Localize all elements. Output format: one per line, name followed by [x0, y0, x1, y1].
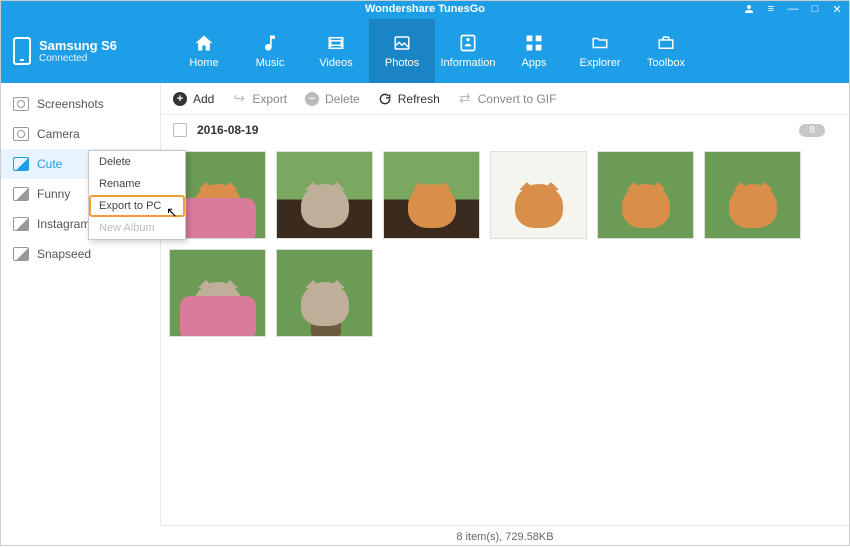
- device-panel[interactable]: Samsung S6 Connected: [1, 19, 161, 83]
- tab-label: Home: [189, 57, 218, 69]
- device-name: Samsung S6: [39, 38, 117, 53]
- photo-thumbnail[interactable]: [597, 151, 694, 239]
- refresh-button[interactable]: Refresh: [378, 92, 440, 106]
- export-button[interactable]: ↪ Export: [232, 92, 287, 106]
- section-date: 2016-08-19: [197, 123, 258, 137]
- sidebar-item-snapseed[interactable]: Snapseed: [1, 239, 160, 269]
- photo-grid: [161, 145, 849, 525]
- tab-apps[interactable]: Apps: [501, 19, 567, 83]
- photo-thumbnail[interactable]: [276, 151, 373, 239]
- button-label: Delete: [325, 92, 360, 106]
- select-all-checkbox[interactable]: [173, 123, 187, 137]
- content-area: + Add ↪ Export −Delete Refresh ⇄ Convert to…: [161, 83, 849, 525]
- sidebar-item-label: Camera: [37, 127, 80, 141]
- tab-information[interactable]: Information: [435, 19, 501, 83]
- tab-label: Apps: [521, 57, 546, 69]
- maximize-button[interactable]: □: [809, 3, 821, 15]
- picture-icon: [13, 217, 29, 231]
- main-tabs: Home Music Videos Photos Information App…: [161, 19, 849, 83]
- information-icon: [456, 33, 480, 53]
- window-controls: ≡ — □ ✕: [743, 3, 843, 15]
- camera-icon: [13, 97, 29, 111]
- section-count-badge: 8: [799, 124, 825, 137]
- close-button[interactable]: ✕: [831, 3, 843, 15]
- add-button[interactable]: + Add: [173, 92, 214, 106]
- picture-icon: [13, 247, 29, 261]
- button-label: Add: [193, 92, 214, 106]
- status-bar: 8 item(s), 729.58KB: [161, 525, 849, 547]
- user-icon[interactable]: [743, 3, 755, 15]
- sidebar-item-label: Cute: [37, 157, 62, 171]
- menu-icon[interactable]: ≡: [765, 3, 777, 15]
- minus-icon: −: [305, 92, 319, 106]
- app-title: Wondershare TunesGo: [365, 3, 485, 15]
- tab-videos[interactable]: Videos: [303, 19, 369, 83]
- tab-label: Explorer: [580, 57, 621, 69]
- plus-icon: +: [173, 92, 187, 106]
- photo-thumbnail[interactable]: [704, 151, 801, 239]
- context-menu: Delete Rename Export to PC New Album: [88, 150, 186, 240]
- photo-thumbnail[interactable]: [490, 151, 587, 239]
- picture-icon: [13, 187, 29, 201]
- tab-label: Music: [256, 57, 285, 69]
- button-label: Refresh: [398, 92, 440, 106]
- export-icon: ↪: [232, 92, 246, 106]
- button-label: Export: [252, 92, 287, 106]
- tab-label: Videos: [319, 57, 352, 69]
- tab-explorer[interactable]: Explorer: [567, 19, 633, 83]
- sidebar-item-camera[interactable]: Camera: [1, 119, 160, 149]
- tab-home[interactable]: Home: [171, 19, 237, 83]
- photo-thumbnail[interactable]: [276, 249, 373, 337]
- photo-thumbnail[interactable]: [169, 249, 266, 337]
- picture-icon: [13, 157, 29, 171]
- tab-music[interactable]: Music: [237, 19, 303, 83]
- mouse-cursor-icon: ↖: [166, 204, 178, 221]
- context-item-rename[interactable]: Rename: [89, 173, 185, 195]
- music-icon: [258, 33, 282, 53]
- device-status: Connected: [39, 53, 117, 64]
- home-icon: [192, 33, 216, 53]
- convert-icon: ⇄: [458, 92, 472, 106]
- sidebar-item-label: Funny: [37, 187, 70, 201]
- refresh-icon: [378, 92, 392, 106]
- videos-icon: [324, 33, 348, 53]
- toolbox-icon: [654, 33, 678, 53]
- top-navigation: Samsung S6 Connected Home Music Videos P…: [1, 19, 849, 83]
- sidebar-item-screenshots[interactable]: Screenshots: [1, 89, 160, 119]
- sidebar-item-label: Screenshots: [37, 97, 104, 111]
- tab-toolbox[interactable]: Toolbox: [633, 19, 699, 83]
- status-text: 8 item(s), 729.58KB: [456, 531, 553, 543]
- button-label: Convert to GIF: [478, 92, 557, 106]
- minimize-button[interactable]: —: [787, 3, 799, 15]
- tab-label: Information: [440, 57, 495, 69]
- tab-label: Toolbox: [647, 57, 685, 69]
- tab-photos[interactable]: Photos: [369, 19, 435, 83]
- sidebar-item-label: Instagram: [37, 217, 90, 231]
- toolbar: + Add ↪ Export −Delete Refresh ⇄ Convert to…: [161, 83, 849, 115]
- photos-icon: [390, 33, 414, 53]
- tab-label: Photos: [385, 57, 419, 69]
- apps-icon: [522, 33, 546, 53]
- title-bar: Wondershare TunesGo ≡ — □ ✕: [1, 1, 849, 19]
- convert-gif-button[interactable]: ⇄ Convert to GIF: [458, 92, 557, 106]
- sidebar-item-label: Snapseed: [37, 247, 91, 261]
- phone-icon: [13, 37, 31, 65]
- section-header: 2016-08-19 8: [161, 115, 849, 145]
- explorer-icon: [588, 33, 612, 53]
- camera-icon: [13, 127, 29, 141]
- context-item-delete[interactable]: Delete: [89, 151, 185, 173]
- delete-button[interactable]: −Delete: [305, 92, 360, 106]
- photo-thumbnail[interactable]: [383, 151, 480, 239]
